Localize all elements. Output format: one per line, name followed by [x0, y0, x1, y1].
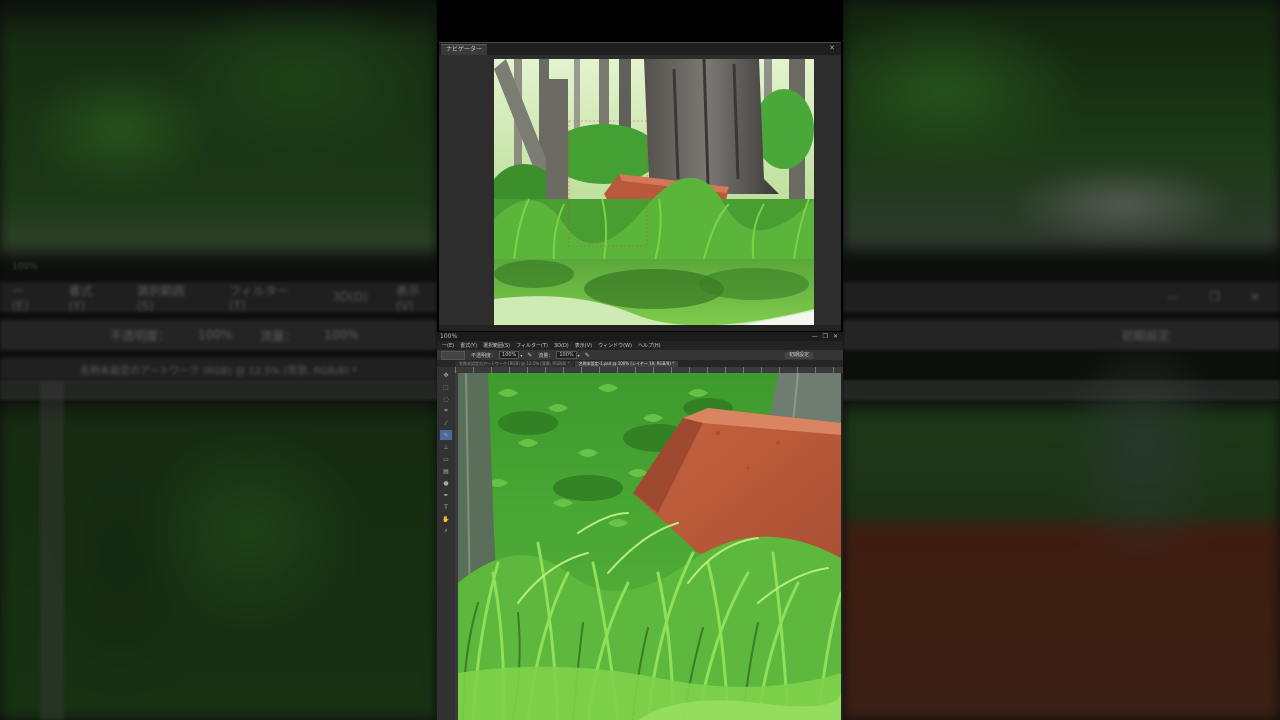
menu-select[interactable]: 選択範囲(S): [480, 342, 513, 349]
pen-tool-icon[interactable]: ✒: [440, 490, 452, 500]
background-options-bar: 不透明度： 100% 流量： 100%: [0, 320, 437, 350]
bg-tab-label: 名称未設定のアートワーク (RGB) @ 12.5% (背景, RGB/8) *: [80, 365, 357, 377]
background-ruler: [843, 380, 1280, 400]
menu-window[interactable]: ウィンドウ(W): [595, 342, 635, 349]
menu-view[interactable]: 表示(V): [572, 342, 595, 349]
navigator-preview-artwork: [494, 59, 814, 325]
bg-workspace-label: 初期設定: [1121, 328, 1170, 343]
close-icon[interactable]: ✕: [833, 333, 838, 340]
menu-help[interactable]: ヘルプ(H): [635, 342, 664, 349]
options-bar: 不透明度： 100% ▾ ✎ 流量： 100% ▾ ✎ 初期設定: [437, 350, 843, 360]
hand-tool-icon[interactable]: ✋: [440, 514, 452, 524]
flow-field[interactable]: 100%: [556, 351, 577, 359]
flow-label: 流量：: [538, 352, 554, 359]
move-tool-icon[interactable]: ✥: [440, 370, 452, 380]
window-title-bar: 100% — ❐ ✕: [437, 332, 843, 341]
menu-edit[interactable]: ー(E): [439, 342, 457, 349]
eyedropper-tool-icon[interactable]: ⁄: [440, 418, 452, 428]
bg-minimize-icon: —: [1167, 290, 1180, 304]
navigator-title-bar: ナビゲーター ✕: [439, 43, 841, 55]
zoom-readout: 100%: [440, 333, 458, 340]
navigator-panel: ナビゲーター ✕: [439, 42, 841, 331]
bg-close-icon: ✕: [1249, 290, 1260, 304]
brush-preset-picker[interactable]: [441, 350, 465, 360]
bg-flow-label: 流量：: [260, 328, 297, 343]
gradient-tool-icon[interactable]: ▤: [440, 466, 452, 476]
menu-type[interactable]: 書式(Y): [457, 342, 480, 349]
type-tool-icon[interactable]: T: [440, 502, 452, 512]
photoshop-app: ナビゲーター ✕ 100% — ❐ ✕ ー(E) 書式(Y) 選択範囲(S) フ…: [437, 0, 843, 720]
window-controls: — ❐ ✕: [812, 333, 843, 340]
bg-menu-item: 3D(D): [332, 290, 368, 304]
canvas-vertical-scrollbar[interactable]: [841, 373, 843, 720]
crop-tool-icon[interactable]: ⌗: [440, 406, 452, 416]
dodge-tool-icon[interactable]: ●: [440, 478, 452, 488]
tools-panel: ✥ ⬚ ◌ ⌗ ⁄ ✎ ⊥ ▭ ▤ ● ✒ T ✋ ⌕: [437, 367, 455, 720]
document-canvas[interactable]: [458, 373, 841, 720]
photoshop-window: 100% — ❐ ✕ ー(E) 書式(Y) 選択範囲(S) フィルター(T) 3…: [437, 332, 843, 720]
bg-opacity-value: 100%: [198, 328, 233, 342]
bg-menu-item: 書式(Y): [68, 283, 93, 313]
minimize-icon[interactable]: —: [812, 333, 818, 340]
blurred-background-left: ー(E) 書式(Y) 選択範囲(S) フィルター(T) 3D(D) 表示(V) …: [0, 0, 437, 720]
navigator-preview[interactable]: [494, 59, 814, 325]
pressure-icon[interactable]: ✎: [527, 352, 532, 359]
bg-flow-value: 100%: [324, 328, 359, 342]
zoom-tool-icon[interactable]: ⌕: [440, 526, 452, 536]
airbrush-icon[interactable]: ✎: [585, 352, 590, 359]
eraser-tool-icon[interactable]: ▭: [440, 454, 452, 464]
stamp-tool-icon[interactable]: ⊥: [440, 442, 452, 452]
bg-zoom-readout: 100%: [12, 262, 38, 272]
opacity-field[interactable]: 100%: [499, 351, 520, 359]
workspace-switcher[interactable]: 初期設定: [784, 351, 813, 359]
bg-menu-item: 表示(V): [395, 283, 420, 313]
blurred-background-right: — ❐ ✕ 初期設定: [843, 0, 1280, 720]
bg-menu-item: 選択範囲(S): [136, 283, 185, 313]
bg-menu-item: フィルター(T): [228, 283, 289, 313]
bg-opacity-label: 不透明度：: [110, 328, 171, 343]
marquee-tool-icon[interactable]: ⬚: [440, 382, 452, 392]
brush-icon[interactable]: ✎: [440, 430, 452, 440]
navigator-tab[interactable]: ナビゲーター: [441, 43, 488, 55]
menu-bar: ー(E) 書式(Y) 選択範囲(S) フィルター(T) 3D(D) 表示(V) …: [437, 341, 843, 350]
menu-3d[interactable]: 3D(D): [551, 343, 572, 349]
background-window-controls: — ❐ ✕: [843, 282, 1280, 312]
background-tab: 名称未設定のアートワーク (RGB) @ 12.5% (背景, RGB/8) *: [0, 358, 437, 380]
close-icon[interactable]: ✕: [829, 44, 835, 53]
chevron-down-icon[interactable]: ▾: [578, 353, 580, 358]
chevron-down-icon[interactable]: ▾: [520, 353, 522, 358]
lasso-tool-icon[interactable]: ◌: [440, 394, 452, 404]
background-options-bar: 初期設定: [843, 320, 1280, 350]
menu-filter[interactable]: フィルター(T): [513, 342, 551, 349]
canvas-artwork: [458, 373, 841, 720]
background-artwork-blur: [843, 0, 1280, 720]
background-ruler: [0, 380, 437, 400]
background-menubar: ー(E) 書式(Y) 選択範囲(S) フィルター(T) 3D(D) 表示(V): [0, 282, 437, 313]
navigator-zoom-slider[interactable]: [439, 325, 841, 331]
document-tab-bar: 名称未設定のアートワーク (RGB) @ 12.5% (背景, RGB/8) *…: [437, 360, 843, 367]
bg-menu-item: ー(E): [12, 283, 29, 313]
restore-icon[interactable]: ❐: [823, 333, 828, 340]
opacity-label: 不透明度：: [471, 352, 497, 359]
bg-restore-icon: ❐: [1209, 290, 1220, 304]
background-vertical-ruler: [40, 380, 64, 720]
